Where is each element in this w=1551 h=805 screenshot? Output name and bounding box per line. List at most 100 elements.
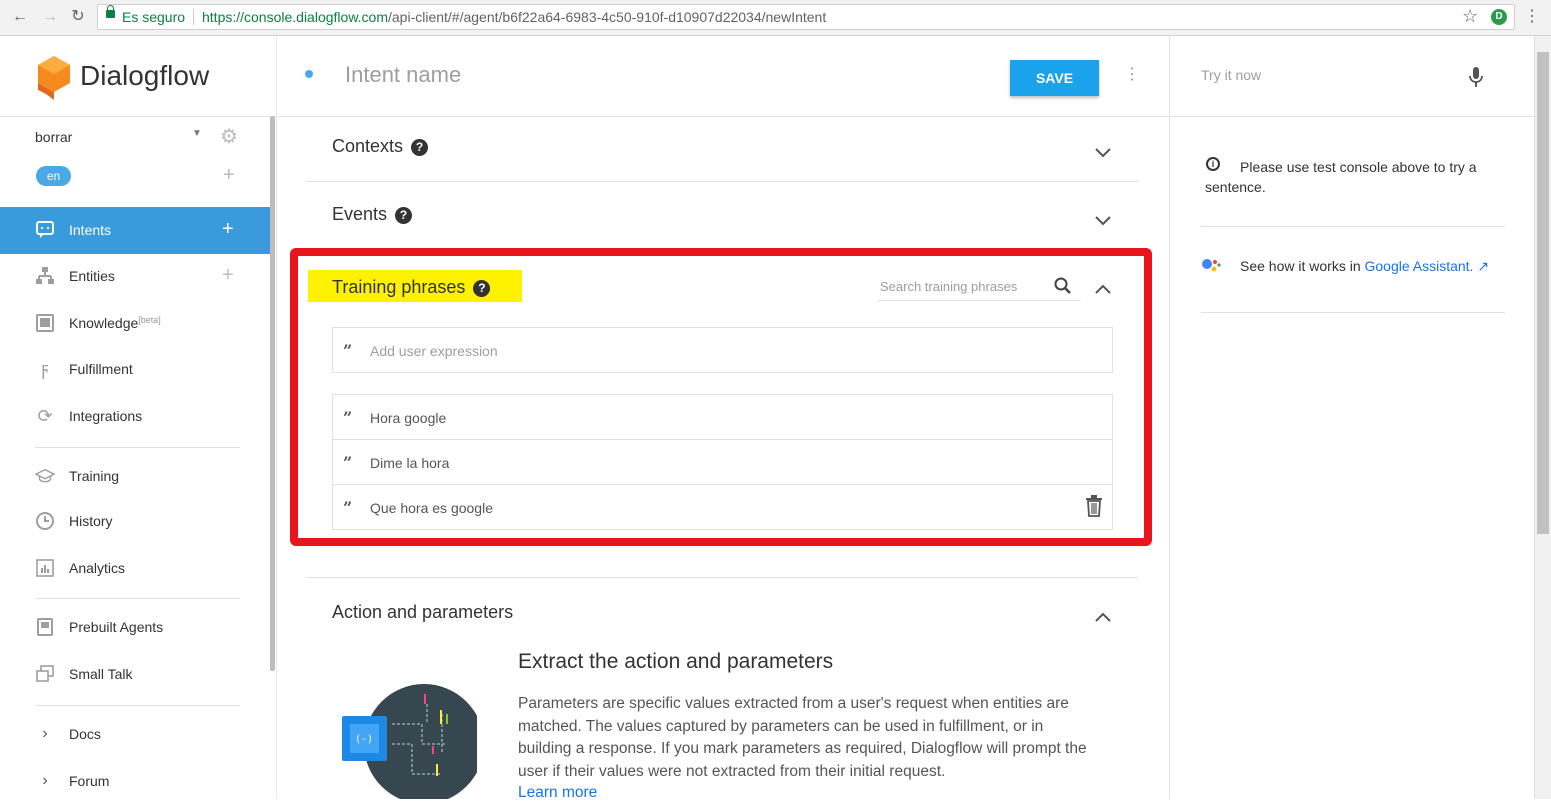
lock-icon (106, 5, 115, 18)
url-path: /api-client/#/agent/b6f22a64-6983-4c50-9… (388, 9, 827, 25)
sidebar-item-training[interactable]: Training (0, 453, 270, 500)
sidebar-item-label: Forum (69, 773, 110, 789)
sidebar-item-label: Small Talk (69, 666, 133, 682)
parameters-illustration: (-) (342, 684, 477, 799)
console-info-text: Please use test console above to try a s… (1205, 159, 1477, 195)
microphone-icon[interactable] (1468, 66, 1484, 88)
sidebar-item-label: Entities (69, 268, 115, 284)
sidebar-item-analytics[interactable]: Analytics (0, 545, 270, 592)
events-title: Events (332, 204, 388, 224)
learn-more-link[interactable]: Learn more (518, 784, 597, 802)
section-divider (306, 181, 1138, 182)
browser-menu-icon[interactable]: ⋮ (1524, 6, 1540, 26)
sidebar-divider (35, 705, 240, 706)
sidebar-item-label: Fulfillment (69, 361, 133, 377)
clock-icon (36, 512, 54, 530)
sidebar-scrollbar[interactable] (270, 116, 275, 671)
action-parameters-title[interactable]: Action and parameters (332, 602, 513, 623)
add-intent-icon[interactable]: + (222, 218, 234, 241)
header-divider (278, 116, 1168, 117)
sidebar-item-label: Integrations (69, 408, 143, 424)
gear-icon[interactable]: ⚙ (220, 124, 238, 149)
help-icon[interactable]: ? (411, 139, 429, 156)
browser-toolbar: ← → ↻ Es seguro https://console.dialogfl… (0, 0, 1551, 36)
sidebar-divider (35, 447, 240, 448)
chevron-right-icon: › (42, 772, 48, 789)
chat-bubbles-icon (36, 665, 54, 682)
graduation-cap-icon (35, 468, 55, 483)
secure-label: Es seguro (122, 9, 186, 25)
ga-prefix: See how it works in (1240, 258, 1365, 274)
book-icon (36, 314, 54, 332)
sidebar: Dialogflow borrar ▼ ⚙ en + Intents + Ent… (0, 36, 277, 799)
caret-down-icon[interactable]: ▼ (192, 128, 202, 139)
sidebar-item-label: Knowledge[beta] (69, 315, 161, 331)
sidebar-item-label: Intents (69, 222, 112, 238)
page-scrollbar-thumb[interactable] (1537, 52, 1549, 534)
add-entity-icon[interactable]: + (222, 264, 234, 287)
sidebar-item-intents[interactable]: Intents + (0, 207, 270, 254)
brand-name: Dialogflow (80, 60, 210, 91)
sidebar-divider (0, 116, 277, 117)
extract-description: Parameters are specific values extracted… (518, 695, 1087, 780)
sidebar-item-label: Training (69, 468, 120, 484)
reload-icon[interactable]: ↻ (68, 7, 88, 27)
beta-badge: [beta] (138, 315, 161, 325)
sidebar-item-label: Docs (69, 726, 101, 742)
forward-arrow-icon[interactable]: → (40, 7, 60, 27)
extension-icon[interactable]: D (1491, 9, 1507, 25)
sidebar-item-forum[interactable]: › Forum (0, 758, 270, 805)
bookmark-icon (37, 618, 53, 636)
extract-title: Extract the action and parameters (518, 650, 834, 673)
bookmark-star-icon[interactable]: ☆ (1462, 6, 1478, 27)
sidebar-item-entities[interactable]: Entities + (0, 253, 270, 300)
bolt-icon: ϝ (41, 359, 49, 379)
sidebar-divider (35, 598, 240, 599)
ga-link-text: Google Assistant. (1364, 258, 1474, 274)
agent-name[interactable]: borrar (35, 129, 72, 145)
sidebar-item-fulfillment[interactable]: ϝ Fulfillment (0, 346, 270, 393)
url-text[interactable]: https://console.dialogflow.com/api-clien… (202, 9, 826, 25)
section-contexts[interactable]: Contexts? (332, 136, 429, 157)
sidebar-item-integrations[interactable]: ⟳ Integrations (0, 393, 270, 440)
console-divider (1170, 116, 1535, 117)
test-console: Try it now i Please use test console abo… (1169, 36, 1535, 799)
knowledge-label: Knowledge (69, 315, 139, 331)
contexts-title: Contexts (332, 136, 404, 156)
back-arrow-icon[interactable]: ← (10, 7, 30, 27)
language-badge[interactable]: en (36, 166, 71, 186)
address-separator (193, 9, 194, 25)
help-icon[interactable]: ? (395, 207, 413, 224)
intent-editor: Intent name SAVE ⋮ Contexts? Events? Tra… (278, 36, 1168, 802)
sync-icon: ⟳ (37, 406, 53, 426)
url-host: https://console.dialogflow.com (202, 9, 388, 25)
chevron-down-icon[interactable] (1093, 210, 1113, 230)
sidebar-item-small-talk[interactable]: Small Talk (0, 651, 270, 698)
section-events[interactable]: Events? (332, 204, 413, 225)
external-link-icon: ↗ (1477, 258, 1490, 274)
chevron-right-icon: › (42, 725, 48, 742)
sidebar-item-knowledge[interactable]: Knowledge[beta] (0, 300, 270, 347)
address-bar[interactable]: Es seguro https://console.dialogflow.com… (97, 4, 1515, 30)
console-divider (1201, 312, 1505, 313)
status-dot (305, 70, 313, 78)
sidebar-item-prebuilt-agents[interactable]: Prebuilt Agents (0, 604, 270, 651)
intent-name-input[interactable]: Intent name (345, 62, 461, 88)
sidebar-item-label: Analytics (69, 560, 126, 576)
try-it-now-input[interactable]: Try it now (1201, 67, 1261, 83)
chevron-up-icon[interactable] (1093, 608, 1113, 628)
save-button[interactable]: SAVE (1010, 60, 1099, 96)
svg-text:(-): (-) (355, 734, 373, 745)
sidebar-item-docs[interactable]: › Docs (0, 711, 270, 758)
google-assistant-icon (1202, 259, 1221, 272)
dialogflow-logo-icon (38, 56, 70, 100)
more-options-icon[interactable]: ⋮ (1124, 64, 1140, 84)
section-divider (306, 577, 1138, 578)
google-assistant-link[interactable]: Google Assistant. ↗ (1365, 258, 1490, 274)
chat-icon (36, 221, 54, 238)
add-language-icon[interactable]: + (223, 164, 235, 187)
sidebar-item-label: History (69, 513, 113, 529)
sidebar-item-history[interactable]: History (0, 498, 270, 545)
hierarchy-icon (36, 267, 54, 284)
chevron-down-icon[interactable] (1093, 142, 1113, 162)
